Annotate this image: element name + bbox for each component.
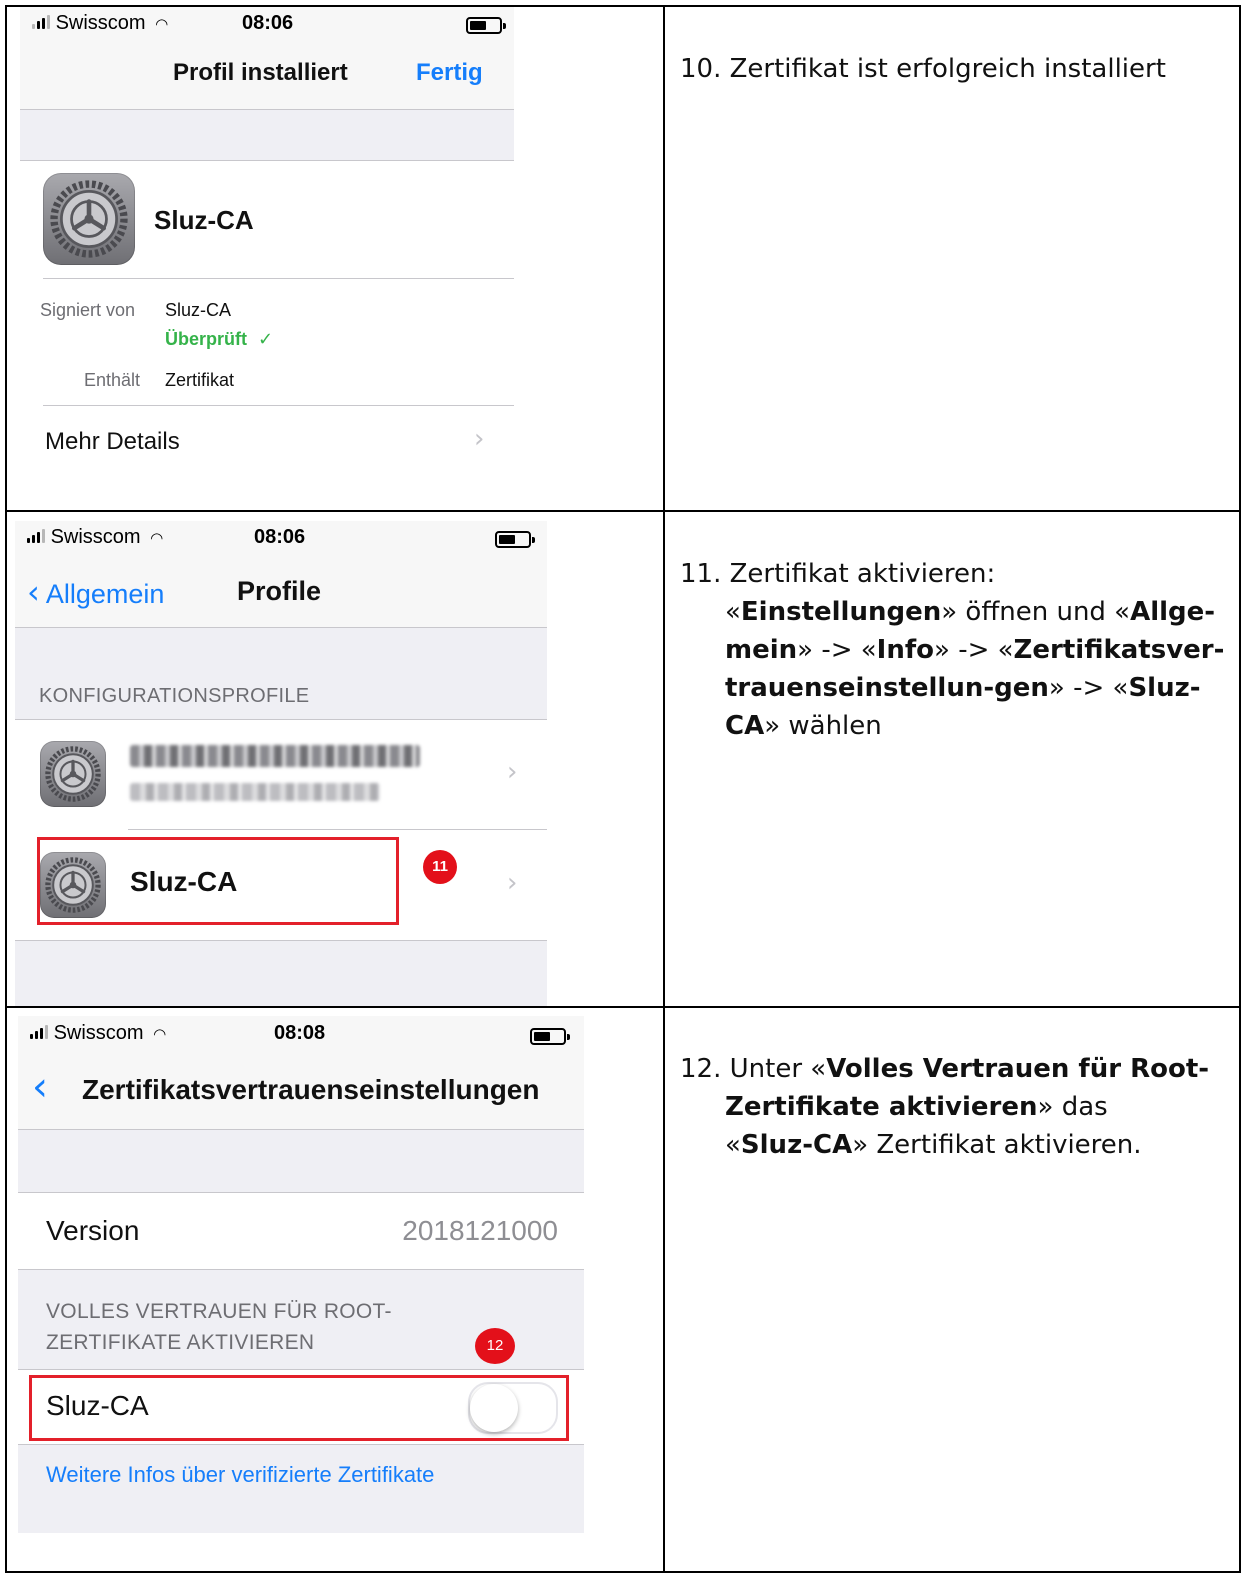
profile-name: Sluz-CA — [154, 205, 254, 235]
verified-status: Überprüft ✓ — [165, 329, 273, 350]
screenshot-profile-installed: Swisscom ◠ 08:06 Profil installiert Fert… — [20, 7, 514, 497]
carrier-label: Swisscom — [55, 12, 146, 34]
chevron-right-icon: › — [507, 757, 518, 787]
nav-title: Profil installiert — [173, 59, 348, 86]
contains-label: Enthält — [84, 370, 141, 390]
battery-icon — [466, 17, 506, 34]
status-time: 08:06 — [242, 12, 294, 34]
divider — [15, 940, 547, 941]
wifi-icon: ◠ — [150, 529, 164, 547]
signed-by-label: Signiert von — [40, 300, 136, 320]
chevron-left-icon: ‹ — [27, 573, 40, 611]
table-row-divider-2 — [5, 1006, 1241, 1008]
divider — [43, 278, 514, 279]
wifi-icon: ◠ — [153, 1025, 167, 1043]
redacted-profile-name — [130, 745, 420, 767]
back-button[interactable]: ‹ Allgemein — [27, 573, 164, 611]
step-badge: 12 — [475, 1328, 515, 1364]
signal-bars-icon — [30, 1025, 48, 1039]
done-button[interactable]: Fertig — [416, 59, 483, 87]
step-11-text: 11. Zertifikat aktivieren: «Einstellunge… — [680, 555, 1224, 745]
back-label: Allgemein — [45, 579, 165, 609]
step-10-text: 10. Zertifikat ist erfolgreich installie… — [680, 50, 1166, 88]
step-12-line-1: 12. Unter «Volles Vertrauen für Root- — [680, 1054, 1210, 1084]
step-11-line-4: trauenseinstellun-gen» -> «Sluz- — [725, 673, 1201, 703]
table-border-bottom — [5, 1571, 1241, 1573]
step-11-line-5: CA» wählen — [725, 711, 882, 741]
divider — [18, 1192, 584, 1193]
table-row-divider-1 — [5, 510, 1241, 512]
chevron-left-icon: ‹ — [32, 1064, 48, 1110]
section-header-line-1: VOLLES VERTRAUEN FÜR ROOT- — [46, 1300, 392, 1323]
wifi-icon: ◠ — [155, 15, 169, 33]
table-border-left — [5, 5, 7, 1573]
redacted-profile-subtitle — [130, 783, 380, 801]
version-label: Version — [46, 1215, 140, 1246]
step-11-line-2: «Einstellungen» öffnen und «Allge- — [725, 597, 1216, 627]
step-12-line-2: Zertifikate aktivieren» das — [725, 1092, 1108, 1122]
table-column-divider — [663, 5, 665, 1573]
chevron-right-icon: › — [474, 424, 485, 454]
step-12-line-3: «Sluz-CA» Zertifikat aktivieren. — [725, 1130, 1142, 1160]
battery-icon — [495, 531, 535, 548]
highlight-box — [37, 837, 399, 925]
status-time: 08:08 — [274, 1022, 326, 1044]
chevron-right-icon: › — [507, 868, 518, 898]
signed-by-value: Sluz-CA — [165, 300, 232, 320]
divider — [18, 1369, 584, 1370]
battery-icon — [530, 1028, 570, 1045]
step-badge: 11 — [423, 850, 457, 884]
screenshot-profiles: Swisscom ◠ 08:06 ‹ Allgemein Profile KON… — [15, 521, 547, 1006]
more-details-label: Mehr Details — [45, 428, 180, 455]
signal-bars-icon — [27, 529, 45, 543]
divider — [20, 160, 514, 161]
verified-label: Überprüft — [165, 329, 247, 349]
checkmark-icon: ✓ — [258, 329, 274, 350]
version-value: 2018121000 — [402, 1215, 558, 1246]
step-12-text: 12. Unter «Volles Vertrauen für Root- Ze… — [680, 1050, 1209, 1164]
screenshot-trust-settings: Swisscom ◠ 08:08 ‹ Zertifikatsvertrauens… — [18, 1016, 584, 1533]
section-header: KONFIGURATIONSPROFILE — [39, 685, 310, 707]
settings-gear-icon — [40, 741, 106, 807]
carrier-label: Swisscom — [53, 1022, 144, 1044]
more-info-link[interactable]: Weitere Infos über verifizierte Zertifik… — [46, 1462, 434, 1488]
settings-gear-icon — [43, 173, 135, 265]
divider — [18, 1444, 584, 1445]
table-border-right — [1239, 5, 1241, 1573]
carrier-label: Swisscom — [50, 526, 141, 548]
more-details-row[interactable]: Mehr Details › — [20, 406, 514, 474]
step-10-line: 10. Zertifikat ist erfolgreich installie… — [680, 54, 1166, 84]
list-item[interactable]: › — [15, 721, 547, 829]
divider — [15, 719, 547, 720]
back-button[interactable]: ‹ — [32, 1064, 48, 1110]
highlight-box — [29, 1375, 569, 1441]
divider — [18, 1269, 584, 1270]
version-row: Version 2018121000 — [18, 1193, 584, 1269]
section-header-line-2: ZERTIFIKATE AKTIVIEREN — [46, 1331, 315, 1354]
status-time: 08:06 — [254, 526, 306, 548]
step-11-line-3: mein» -> «Info» -> «Zertifikatsver- — [725, 635, 1225, 665]
nav-title: Profile — [237, 576, 322, 606]
signal-bars-icon — [32, 15, 50, 29]
nav-title: Zertifikatsvertrauenseinstellungen — [82, 1074, 540, 1105]
step-11-line-1: 11. Zertifikat aktivieren: — [680, 559, 996, 589]
contains-value: Zertifikat — [165, 370, 235, 390]
